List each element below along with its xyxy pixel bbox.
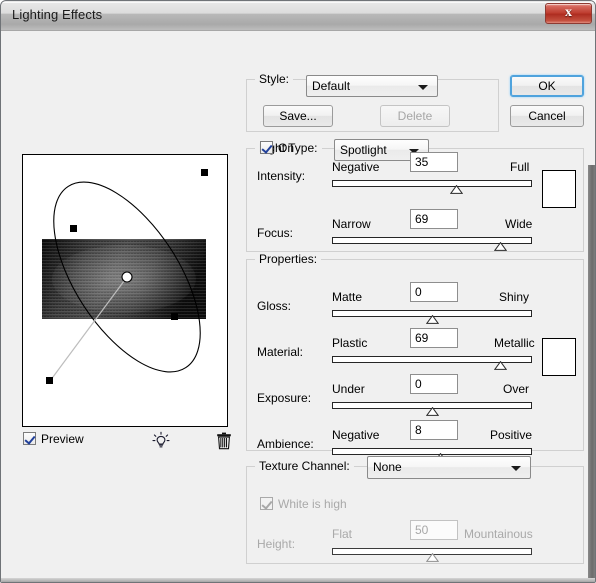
title-bar: Lighting Effects x — [1, 1, 595, 31]
window-right-shadow — [588, 165, 595, 582]
texture-channel-group-legend: Texture Channel: — [255, 459, 354, 473]
exposure-slider-thumb[interactable] — [426, 407, 439, 416]
delete-button[interactable]: Delete — [380, 105, 450, 127]
exposure-value[interactable]: 0 — [410, 374, 458, 394]
cancel-button[interactable]: Cancel — [510, 105, 584, 127]
chevron-down-icon — [418, 85, 428, 90]
white-is-high-label: White is high — [278, 497, 347, 511]
height-max-label: Mountainous — [464, 527, 533, 541]
lighting-preview-graphic — [42, 169, 208, 384]
ambience-min-label: Negative — [332, 428, 380, 442]
save-button[interactable]: Save... — [263, 105, 333, 127]
ambience-slider-track[interactable] — [332, 448, 532, 455]
intensity-slider[interactable] — [332, 180, 532, 194]
exposure-slider[interactable] — [332, 402, 532, 416]
gloss-max-label: Shiny — [499, 290, 530, 304]
properties-group-legend: Properties: — [255, 252, 322, 266]
gloss-slider[interactable] — [332, 310, 532, 324]
window-title: Lighting Effects — [12, 7, 103, 22]
exposure-label: Exposure: — [257, 391, 312, 405]
light-color-swatch[interactable] — [542, 170, 576, 208]
material-min-label: Plastic — [332, 336, 368, 350]
light-bulb-icon[interactable] — [151, 431, 171, 451]
ambience-max-label: Positive — [490, 428, 533, 442]
white-is-high-checkbox-box[interactable] — [260, 497, 273, 510]
height-label: Height: — [257, 537, 296, 551]
light-type-dropdown-value: Spotlight — [340, 143, 387, 157]
height-slider[interactable] — [332, 548, 532, 562]
height-value[interactable]: 50 — [410, 520, 458, 540]
dialog-body: Preview Style: Default Save... Delete OK… — [1, 31, 595, 582]
intensity-slider-track[interactable] — [332, 180, 532, 187]
light-on-checkbox[interactable]: On — [260, 141, 294, 155]
trash-icon[interactable] — [214, 431, 234, 451]
height-slider-thumb[interactable] — [426, 553, 439, 562]
preview-checkbox-label: Preview — [41, 432, 84, 446]
focus-max-label: Wide — [505, 217, 533, 231]
intensity-label: Intensity: — [257, 169, 306, 183]
light-on-label: On — [278, 141, 295, 155]
window-bottom-shadow — [1, 578, 595, 582]
exposure-max-label: Over — [503, 382, 530, 396]
texture-channel-dropdown[interactable]: None — [367, 456, 531, 479]
focus-label: Focus: — [257, 226, 294, 240]
texture-channel-dropdown-value: None — [373, 460, 402, 474]
focus-value[interactable]: 69 — [410, 209, 458, 229]
material-slider[interactable] — [332, 356, 532, 370]
ambience-label: Ambience: — [257, 437, 314, 451]
light-on-checkbox-box[interactable] — [260, 141, 273, 154]
titlebar-highlight — [2, 2, 595, 3]
ambience-value[interactable]: 8 — [410, 420, 458, 440]
ok-button[interactable]: OK — [510, 75, 584, 97]
close-icon: x — [565, 5, 572, 20]
focus-slider-thumb[interactable] — [494, 242, 507, 251]
style-dropdown-value: Default — [312, 79, 351, 93]
gloss-min-label: Matte — [332, 290, 363, 304]
preview-toolbar: Preview — [23, 431, 231, 451]
intensity-slider-thumb[interactable] — [450, 185, 463, 194]
material-label: Material: — [257, 345, 304, 359]
preview-checkbox[interactable]: Preview — [23, 432, 84, 446]
preview-checkbox-box[interactable] — [23, 432, 36, 445]
gloss-slider-thumb[interactable] — [426, 315, 439, 324]
properties-color-swatch[interactable] — [542, 338, 576, 376]
preview-canvas[interactable] — [22, 154, 228, 427]
gloss-value[interactable]: 0 — [410, 282, 458, 302]
white-is-high-checkbox[interactable]: White is high — [260, 497, 347, 511]
intensity-value[interactable]: 35 — [410, 152, 458, 172]
close-button[interactable]: x — [545, 3, 592, 24]
material-slider-thumb[interactable] — [494, 361, 507, 370]
exposure-min-label: Under — [332, 382, 365, 396]
intensity-max-label: Full — [510, 160, 530, 174]
gloss-label: Gloss: — [257, 299, 292, 313]
lighting-effects-dialog: Lighting Effects x Preview Style: Defaul… — [0, 0, 596, 583]
style-group-legend: Style: — [255, 72, 294, 86]
style-dropdown[interactable]: Default — [306, 75, 438, 97]
material-max-label: Metallic — [494, 336, 535, 350]
focus-slider[interactable] — [332, 237, 532, 251]
intensity-min-label: Negative — [332, 160, 380, 174]
focus-min-label: Narrow — [332, 217, 371, 231]
chevron-down-icon — [511, 466, 521, 471]
height-min-label: Flat — [332, 527, 353, 541]
material-value[interactable]: 69 — [410, 328, 458, 348]
